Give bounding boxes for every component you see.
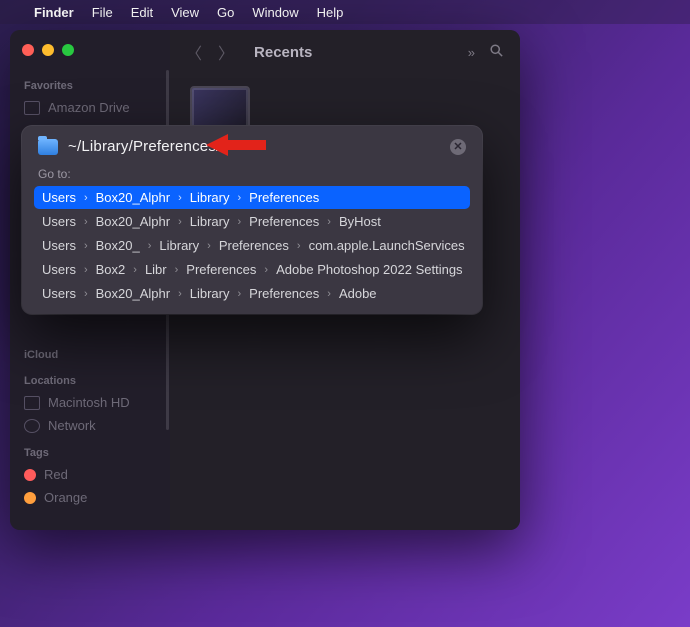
sidebar-item-label: Amazon Drive — [48, 100, 130, 115]
path-segment: Preferences — [186, 262, 256, 277]
menu-help[interactable]: Help — [317, 5, 344, 20]
path-segment: Users — [42, 214, 76, 229]
suggestion-list: Users›Box20_Alphr›Library›PreferencesUse… — [34, 186, 470, 305]
path-segment: Library — [190, 214, 230, 229]
tag-dot-icon — [24, 492, 36, 504]
path-suggestion[interactable]: Users › Box20_Alphr › Library › Preferences › Ad… — [34, 282, 470, 305]
chevron-right-icon: › — [82, 264, 90, 276]
sidebar-item-label: Red — [44, 467, 68, 482]
path-segment: Preferences — [249, 214, 319, 229]
path-segment: Library — [190, 190, 230, 205]
go-to-folder-dialog: ~/Library/Preferences/ ✕ Go to: Users›Bo… — [22, 126, 482, 314]
back-button[interactable]: 〈 — [186, 40, 202, 64]
chevron-right-icon: › — [82, 192, 90, 204]
zoom-button[interactable] — [62, 44, 74, 56]
path-suggestion[interactable]: Users › Box20_Alphr › Library › Preferences › By… — [34, 210, 470, 233]
menu-view[interactable]: View — [171, 5, 199, 20]
path-segment: Library — [190, 286, 230, 301]
menubar-app[interactable]: Finder — [34, 5, 74, 20]
menu-go[interactable]: Go — [217, 5, 234, 20]
path-segment: Preferences — [249, 286, 319, 301]
menu-window[interactable]: Window — [252, 5, 298, 20]
window-title: Recents — [254, 44, 312, 61]
path-segment: Box20_Alphr — [96, 286, 170, 301]
clear-input-button[interactable]: ✕ — [450, 139, 466, 155]
path-segment: Users — [42, 190, 76, 205]
sidebar-section-icloud: iCloud — [10, 339, 170, 365]
sidebar-item-amazon-drive[interactable]: Amazon Drive — [10, 96, 170, 119]
path-segment: Box20_Alphr — [96, 214, 170, 229]
sidebar-section-favorites: Favorites — [10, 70, 170, 96]
chevron-right-icon: › — [146, 240, 154, 252]
chevron-right-icon: › — [325, 216, 333, 228]
chevron-right-icon: › — [205, 240, 213, 252]
sidebar-section-tags: Tags — [10, 437, 170, 463]
network-icon — [24, 419, 40, 433]
folder-icon — [38, 139, 58, 155]
menu-file[interactable]: File — [92, 5, 113, 20]
path-segment: Users — [42, 238, 76, 253]
path-segment: ByHost — [339, 214, 381, 229]
chevron-right-icon: › — [236, 192, 244, 204]
path-suggestion[interactable]: Users › Box20_ › Library › Preferences › com.app… — [34, 234, 470, 257]
chevron-right-icon: › — [82, 288, 90, 300]
sidebar-item-label: Macintosh HD — [48, 395, 130, 410]
chevron-right-icon: › — [325, 288, 333, 300]
window-controls — [10, 40, 170, 70]
path-segment: Libr — [145, 262, 167, 277]
chevron-right-icon: › — [173, 264, 181, 276]
sidebar-section-locations: Locations — [10, 365, 170, 391]
chevron-right-icon: › — [236, 216, 244, 228]
path-segment: Box20_Alphr — [96, 190, 170, 205]
path-segment: Users — [42, 286, 76, 301]
path-segment: Box20_ — [96, 238, 140, 253]
path-segment: com.apple.LaunchServices — [309, 238, 465, 253]
minimize-button[interactable] — [42, 44, 54, 56]
sidebar-item-network[interactable]: Network — [10, 414, 170, 437]
search-icon[interactable] — [489, 43, 504, 61]
chevron-right-icon: › — [82, 216, 90, 228]
chevron-right-icon: › — [176, 216, 184, 228]
disk-icon — [24, 396, 40, 410]
more-toolbar-icon[interactable]: » — [468, 45, 475, 60]
path-segment: Preferences — [249, 190, 319, 205]
chevron-right-icon: › — [295, 240, 303, 252]
path-suggestion[interactable]: Users › Box2 › Libr › Preferences › Adobe Photos… — [34, 258, 470, 281]
chevron-right-icon: › — [131, 264, 139, 276]
finder-toolbar: 〈 〉 Recents » — [170, 30, 520, 74]
sidebar-item-macintosh-hd[interactable]: Macintosh HD — [10, 391, 170, 414]
close-button[interactable] — [22, 44, 34, 56]
go-to-label: Go to: — [34, 163, 470, 185]
path-segment: Adobe Photoshop 2022 Settings — [276, 262, 462, 277]
chevron-right-icon: › — [262, 264, 270, 276]
menu-edit[interactable]: Edit — [131, 5, 153, 20]
chevron-right-icon: › — [236, 288, 244, 300]
chevron-right-icon: › — [176, 288, 184, 300]
path-segment: Users — [42, 262, 76, 277]
forward-button[interactable]: 〉 — [218, 40, 234, 64]
go-to-path-input[interactable]: ~/Library/Preferences/ — [68, 138, 440, 155]
menubar: Finder File Edit View Go Window Help — [0, 0, 690, 24]
path-segment: Box2 — [96, 262, 126, 277]
chevron-right-icon: › — [176, 192, 184, 204]
path-suggestion[interactable]: Users › Box20_Alphr › Library › Preferences — [34, 186, 470, 209]
sidebar-item-label: Orange — [44, 490, 87, 505]
path-segment: Adobe — [339, 286, 377, 301]
path-segment: Preferences — [219, 238, 289, 253]
sidebar-tag-orange[interactable]: Orange — [10, 486, 170, 509]
tag-dot-icon — [24, 469, 36, 481]
sidebar-item-label: Network — [48, 418, 96, 433]
chevron-right-icon: › — [82, 240, 90, 252]
sidebar-tag-red[interactable]: Red — [10, 463, 170, 486]
folder-icon — [24, 101, 40, 115]
path-segment: Library — [159, 238, 199, 253]
